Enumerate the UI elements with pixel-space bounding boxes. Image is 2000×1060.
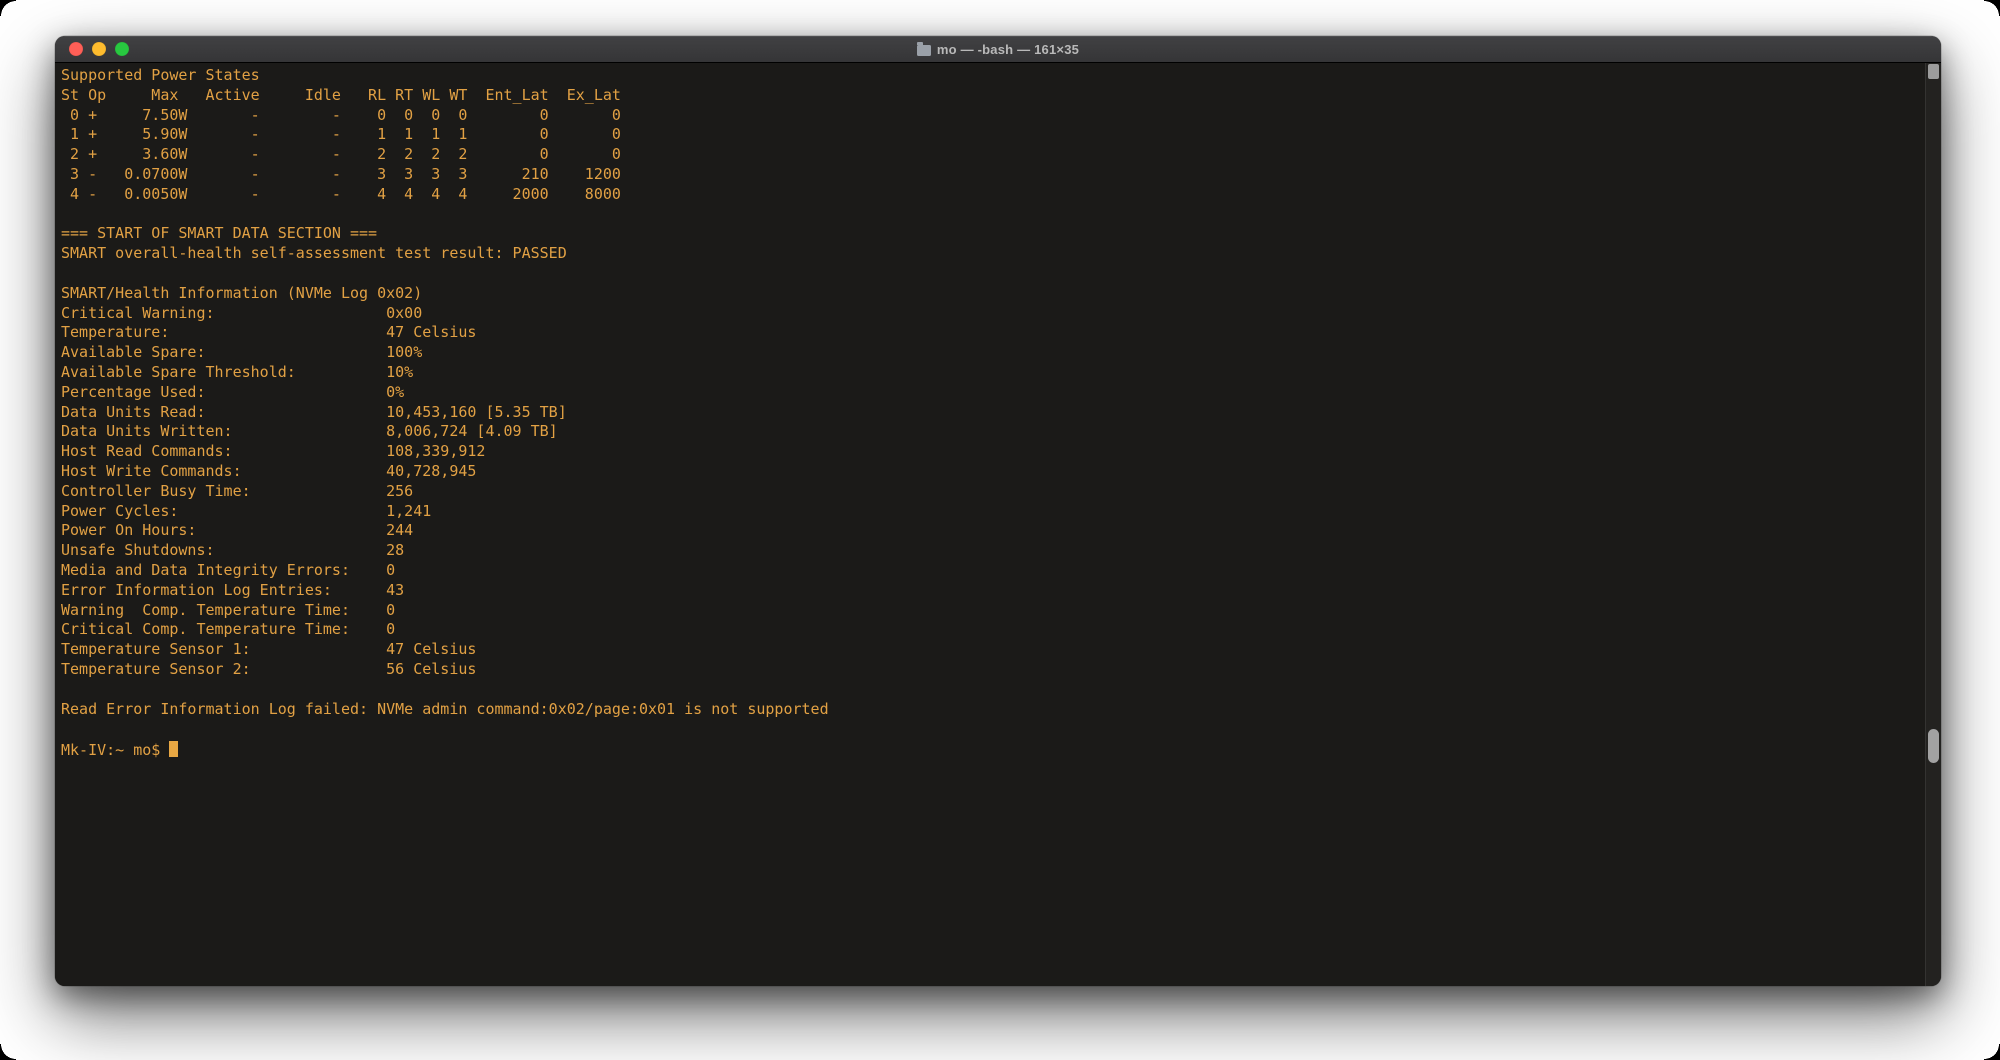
screen-corner xyxy=(0,1044,16,1060)
minimize-button[interactable] xyxy=(92,42,106,56)
terminal-window: mo — -bash — 161×35 Supported Power Stat… xyxy=(55,36,1941,986)
scrollbar-thumb[interactable] xyxy=(1928,729,1939,763)
scrollbar[interactable] xyxy=(1925,63,1941,986)
proxy-folder-icon[interactable] xyxy=(916,41,931,56)
terminal-cursor xyxy=(169,741,179,758)
screen-corner xyxy=(1984,1044,2000,1060)
titlebar[interactable]: mo — -bash — 161×35 xyxy=(55,36,1941,63)
close-button[interactable] xyxy=(69,42,83,56)
screen-corner xyxy=(0,0,16,16)
zoom-button[interactable] xyxy=(115,42,129,56)
screen-corner xyxy=(1984,0,2000,16)
title-group: mo — -bash — 161×35 xyxy=(916,41,1080,57)
terminal-body[interactable]: Supported Power States St Op Max Active … xyxy=(55,63,1941,986)
desktop-background: mo — -bash — 161×35 Supported Power Stat… xyxy=(0,0,2000,1060)
scrollbar-mark xyxy=(1928,64,1939,79)
traffic-lights xyxy=(69,36,129,62)
terminal-output[interactable]: Supported Power States St Op Max Active … xyxy=(55,63,1941,761)
window-title: mo — -bash — 161×35 xyxy=(936,41,1080,57)
